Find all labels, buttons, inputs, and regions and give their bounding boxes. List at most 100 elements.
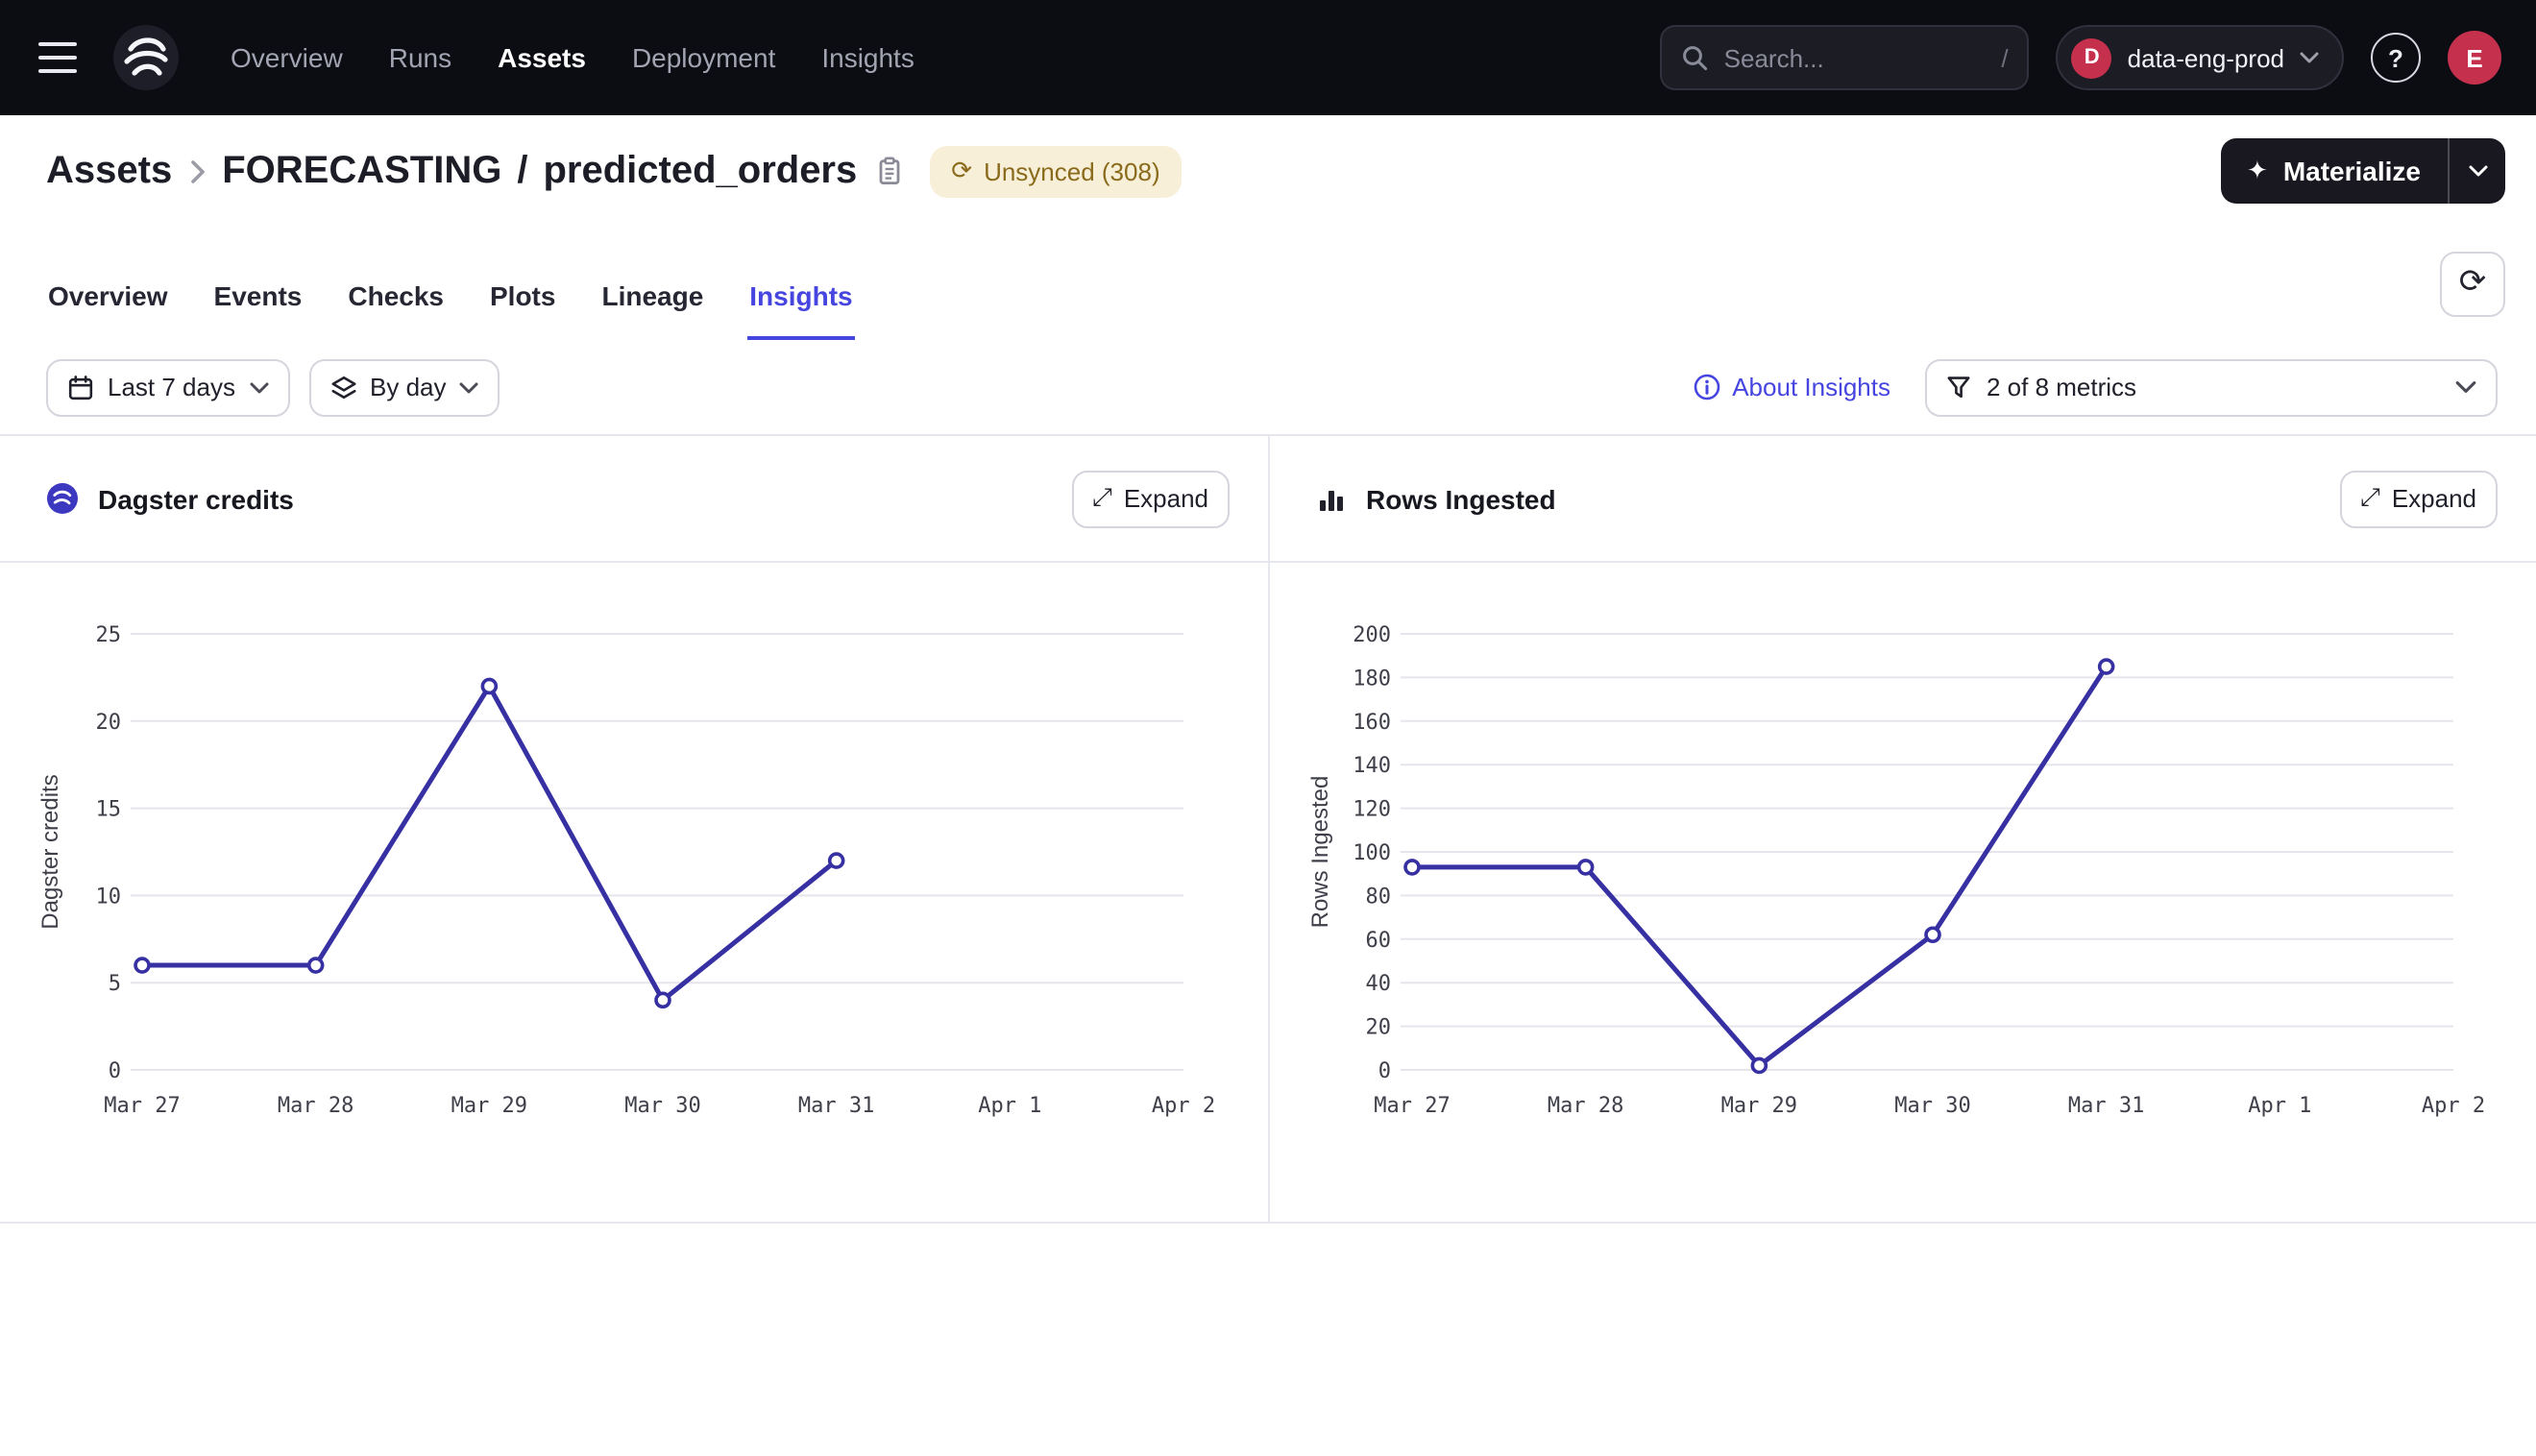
insights-filter-bar: Last 7 days By day About Insig	[0, 340, 2536, 436]
info-icon	[1692, 373, 1720, 401]
breadcrumb-group-link[interactable]: FORECASTING	[222, 149, 501, 193]
svg-text:Dagster credits: Dagster credits	[37, 774, 63, 929]
menu-button[interactable]	[38, 35, 85, 81]
chevron-down-icon	[2455, 380, 2476, 394]
svg-text:120: 120	[1353, 798, 1391, 822]
svg-text:5: 5	[109, 972, 121, 996]
rows-ingested-chart: 020406080100120140160180200Mar 27Mar 28M…	[1270, 563, 2536, 1222]
svg-text:Mar 29: Mar 29	[1721, 1094, 1797, 1118]
tab-events[interactable]: Events	[212, 280, 305, 340]
granularity-dropdown[interactable]: By day	[308, 358, 500, 416]
expand-icon: ⤢	[2360, 486, 2380, 511]
search-box[interactable]: /	[1661, 25, 2030, 90]
svg-text:Apr 2: Apr 2	[1152, 1094, 1215, 1118]
funnel-icon	[1946, 375, 1971, 400]
charts-section: Dagster credits ⤢ Expand 0 5 10 15 20 25 Mar 2…	[0, 436, 2536, 1224]
nav-item-runs[interactable]: Runs	[389, 42, 451, 73]
about-insights-link[interactable]: About Insights	[1692, 373, 1890, 401]
status-badge-label: Unsynced (308)	[984, 157, 1160, 185]
svg-text:25: 25	[96, 623, 122, 647]
asset-tabs: Overview Events Checks Plots Lineage Ins…	[46, 227, 855, 340]
panel-header: Dagster credits ⤢ Expand	[0, 436, 1268, 563]
dagster-icon	[46, 482, 79, 515]
deployment-name: data-eng-prod	[2128, 43, 2284, 72]
svg-text:80: 80	[1366, 885, 1392, 909]
help-button[interactable]: ?	[2371, 33, 2421, 83]
metrics-filter-select[interactable]: 2 of 8 metrics	[1925, 358, 2498, 416]
search-icon	[1682, 44, 1709, 71]
search-input[interactable]	[1724, 43, 1987, 72]
svg-text:60: 60	[1366, 929, 1392, 953]
svg-text:20: 20	[1366, 1016, 1392, 1040]
asset-tabs-row: Overview Events Checks Plots Lineage Ins…	[0, 227, 2536, 340]
svg-text:180: 180	[1353, 667, 1391, 691]
dagster-logo-icon	[111, 23, 181, 92]
tab-checks[interactable]: Checks	[346, 280, 446, 340]
calendar-icon	[67, 374, 94, 400]
layers-icon	[329, 374, 356, 400]
granularity-label: By day	[370, 373, 447, 401]
svg-text:160: 160	[1353, 711, 1391, 735]
expand-icon: ⤢	[1092, 486, 1112, 511]
metrics-filter-label: 2 of 8 metrics	[1987, 373, 2136, 401]
hamburger-icon	[38, 42, 77, 46]
tab-insights[interactable]: Insights	[747, 280, 854, 340]
svg-text:Mar 28: Mar 28	[1548, 1094, 1623, 1118]
expand-label: Expand	[2392, 484, 2476, 513]
about-insights-label: About Insights	[1732, 373, 1890, 401]
date-range-label: Last 7 days	[108, 373, 235, 401]
nav-item-assets[interactable]: Assets	[498, 42, 586, 73]
svg-text:200: 200	[1353, 623, 1391, 647]
refresh-button[interactable]: ⟳	[2440, 251, 2505, 316]
svg-text:Apr 1: Apr 1	[978, 1094, 1041, 1118]
date-range-dropdown[interactable]: Last 7 days	[46, 358, 289, 416]
expand-button[interactable]: ⤢ Expand	[1071, 470, 1230, 527]
expand-button[interactable]: ⤢ Expand	[2339, 470, 2498, 527]
materialize-split-button: ✦ Materialize	[2220, 138, 2505, 204]
svg-text:Mar 29: Mar 29	[451, 1094, 527, 1118]
deployment-avatar: D	[2072, 37, 2112, 78]
filter-right-cluster: About Insights 2 of 8 metrics	[1692, 358, 2498, 416]
svg-text:100: 100	[1353, 841, 1391, 865]
panel-header: Rows Ingested ⤢ Expand	[1270, 436, 2536, 563]
refresh-icon: ⟳	[2459, 267, 2487, 300]
svg-text:Mar 30: Mar 30	[624, 1094, 700, 1118]
svg-text:Mar 28: Mar 28	[278, 1094, 354, 1118]
svg-text:Mar 31: Mar 31	[2068, 1094, 2144, 1118]
copy-asset-icon[interactable]	[874, 156, 905, 186]
materialize-options-button[interactable]	[2448, 138, 2505, 204]
svg-text:Rows Ingested: Rows Ingested	[1307, 776, 1333, 929]
search-shortcut-hint: /	[2001, 43, 2008, 72]
svg-text:Mar 27: Mar 27	[1374, 1094, 1450, 1118]
svg-text:0: 0	[109, 1059, 121, 1083]
svg-text:20: 20	[96, 711, 122, 735]
nav-item-insights[interactable]: Insights	[821, 42, 914, 73]
bar-chart-icon	[1316, 483, 1347, 514]
svg-text:Mar 31: Mar 31	[798, 1094, 874, 1118]
breadcrumb-separator: /	[517, 149, 527, 193]
svg-text:40: 40	[1366, 972, 1392, 996]
deployment-switcher[interactable]: D data-eng-prod	[2057, 25, 2344, 90]
chart-title: Dagster credits	[98, 483, 294, 514]
chevron-down-icon	[2468, 165, 2487, 177]
svg-text:10: 10	[96, 885, 122, 909]
user-avatar[interactable]: E	[2448, 31, 2501, 85]
tab-lineage[interactable]: Lineage	[599, 280, 705, 340]
nav-item-deployment[interactable]: Deployment	[632, 42, 775, 73]
breadcrumb-assets-link[interactable]: Assets	[46, 149, 172, 193]
svg-text:Apr 1: Apr 1	[2248, 1094, 2311, 1118]
chevron-right-icon	[189, 158, 205, 183]
dagster-credits-panel: Dagster credits ⤢ Expand 0 5 10 15 20 25 Mar 2…	[0, 436, 1268, 1222]
unsynced-status-badge[interactable]: ⟳ Unsynced (308)	[930, 145, 1181, 197]
sparkle-icon: ✦	[2247, 158, 2268, 183]
nav-right-cluster: / D data-eng-prod ? E	[1661, 25, 2501, 90]
tab-plots[interactable]: Plots	[488, 280, 557, 340]
tab-overview[interactable]: Overview	[46, 280, 170, 340]
svg-text:15: 15	[96, 798, 122, 822]
nav-item-overview[interactable]: Overview	[231, 42, 343, 73]
materialize-button[interactable]: ✦ Materialize	[2220, 138, 2448, 204]
svg-text:0: 0	[1378, 1059, 1391, 1083]
dagster-logo[interactable]	[111, 23, 181, 92]
rows-ingested-panel: Rows Ingested ⤢ Expand 02040608010012014…	[1268, 436, 2536, 1222]
question-mark-icon: ?	[2388, 43, 2403, 72]
